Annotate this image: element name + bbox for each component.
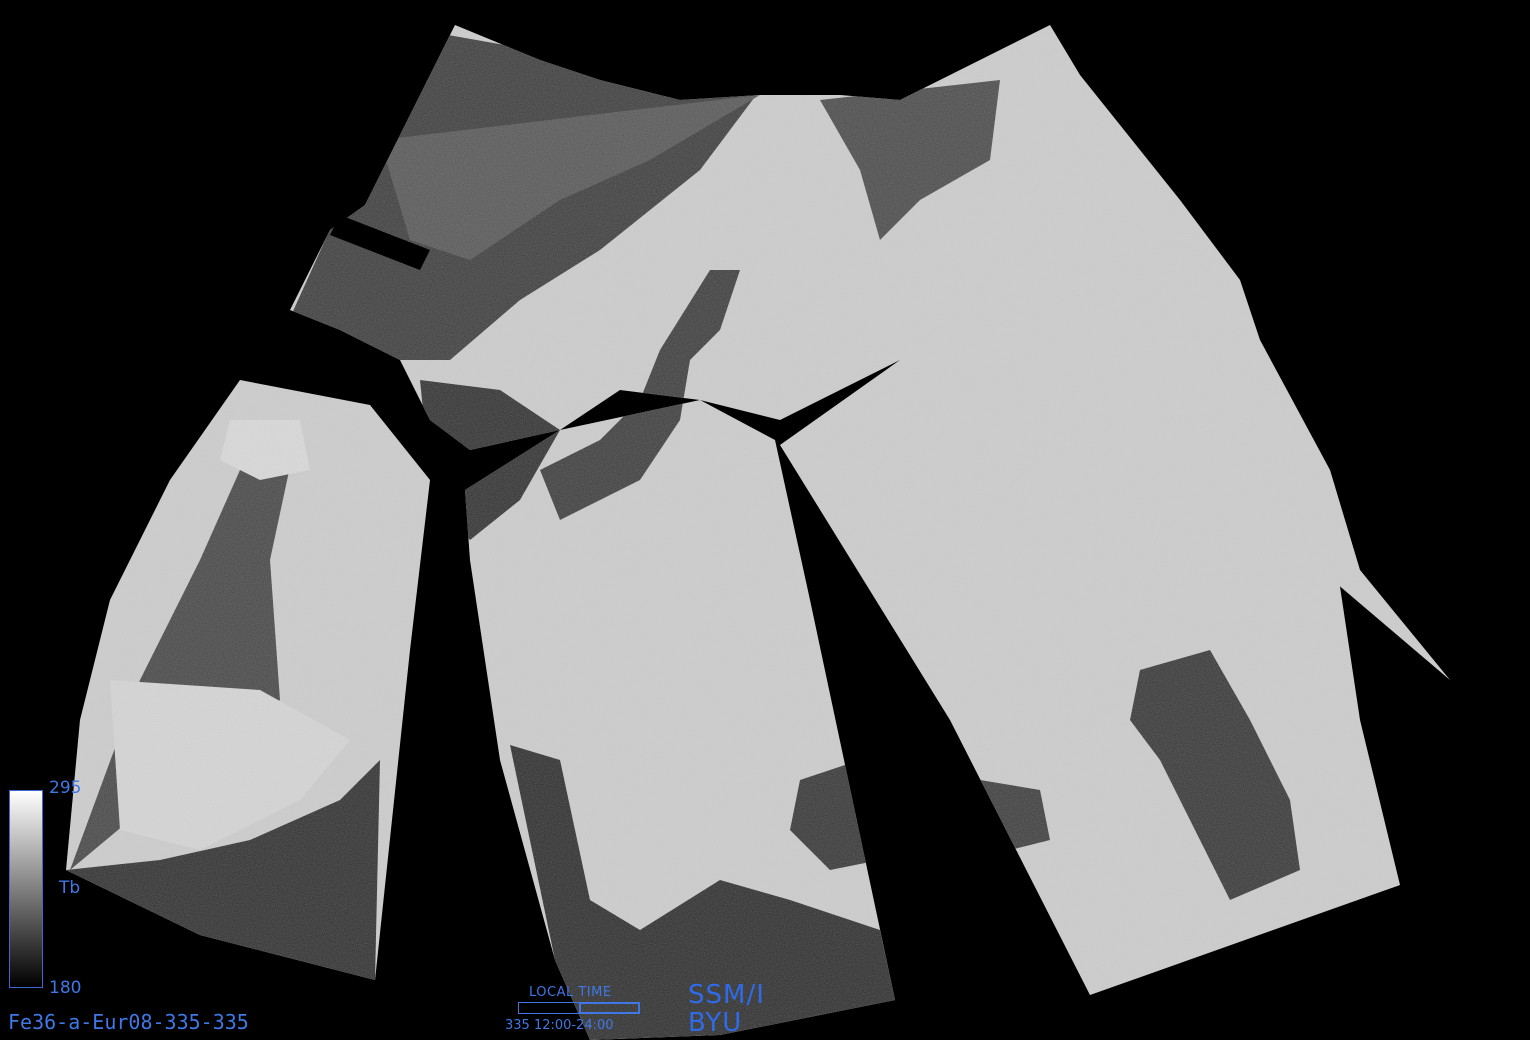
local-time-window <box>579 1002 640 1014</box>
organization-label: BYU <box>688 1008 743 1038</box>
local-time-range: 335 12:00-24:00 <box>505 1018 614 1033</box>
local-time-bar <box>518 1002 640 1014</box>
sensor-label: SSM/I <box>688 980 765 1010</box>
colorbar-unit-label: Tb <box>59 878 81 898</box>
image-id-label: Fe36-a-Eur08-335-335 <box>8 1010 249 1034</box>
colorbar-max-label: 295 <box>49 778 82 798</box>
local-time-title: LOCAL TIME <box>529 985 612 1000</box>
tb-colorbar <box>9 790 43 988</box>
brightness-temperature-map <box>66 25 1450 1040</box>
colorbar-min-label: 180 <box>49 978 82 998</box>
